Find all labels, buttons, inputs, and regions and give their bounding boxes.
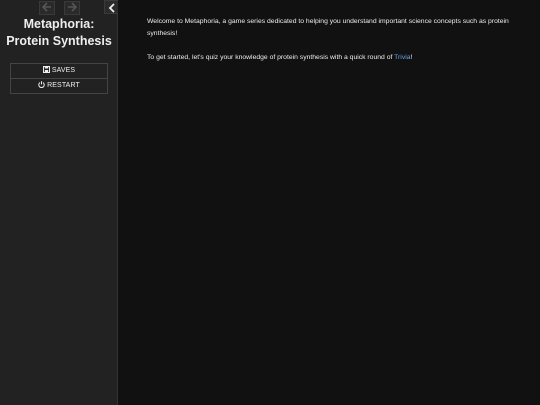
saves-button[interactable]: SAVES xyxy=(11,64,107,78)
chevron-left-icon xyxy=(108,3,115,13)
intro-paragraph: Welcome to Metaphoria, a game series ded… xyxy=(147,18,509,37)
history-back-button[interactable] xyxy=(39,1,55,15)
arrow-right-icon xyxy=(68,2,78,12)
power-icon xyxy=(38,81,45,88)
restart-label: RESTART xyxy=(47,82,80,89)
story-title-line1: Metaphoria: xyxy=(23,17,95,31)
story-title-line2: Protein Synthesis xyxy=(6,34,112,48)
saves-label: SAVES xyxy=(51,67,76,74)
arrow-left-icon xyxy=(41,2,51,12)
prompt-end: ! xyxy=(410,54,413,61)
trivia-link[interactable]: Trivia xyxy=(394,54,410,61)
restart-button[interactable]: RESTART xyxy=(11,78,107,93)
menu-core: SAVES RESTART xyxy=(10,63,108,94)
prompt-paragraph: To get started, let's quiz your knowledg… xyxy=(147,52,517,64)
sidebar: Metaphoria: Protein Synthesis SAVES REST… xyxy=(0,0,118,405)
passage: Welcome to Metaphoria, a game series ded… xyxy=(147,16,517,76)
prompt-text: To get started, let's quiz your knowledg… xyxy=(147,54,395,61)
story-title: Metaphoria: Protein Synthesis xyxy=(0,16,118,50)
app-window: Metaphoria: Protein Synthesis SAVES REST… xyxy=(0,0,540,405)
sidebar-toggle-button[interactable] xyxy=(104,0,118,14)
history-forward-button[interactable] xyxy=(64,1,80,15)
save-icon xyxy=(42,66,50,73)
